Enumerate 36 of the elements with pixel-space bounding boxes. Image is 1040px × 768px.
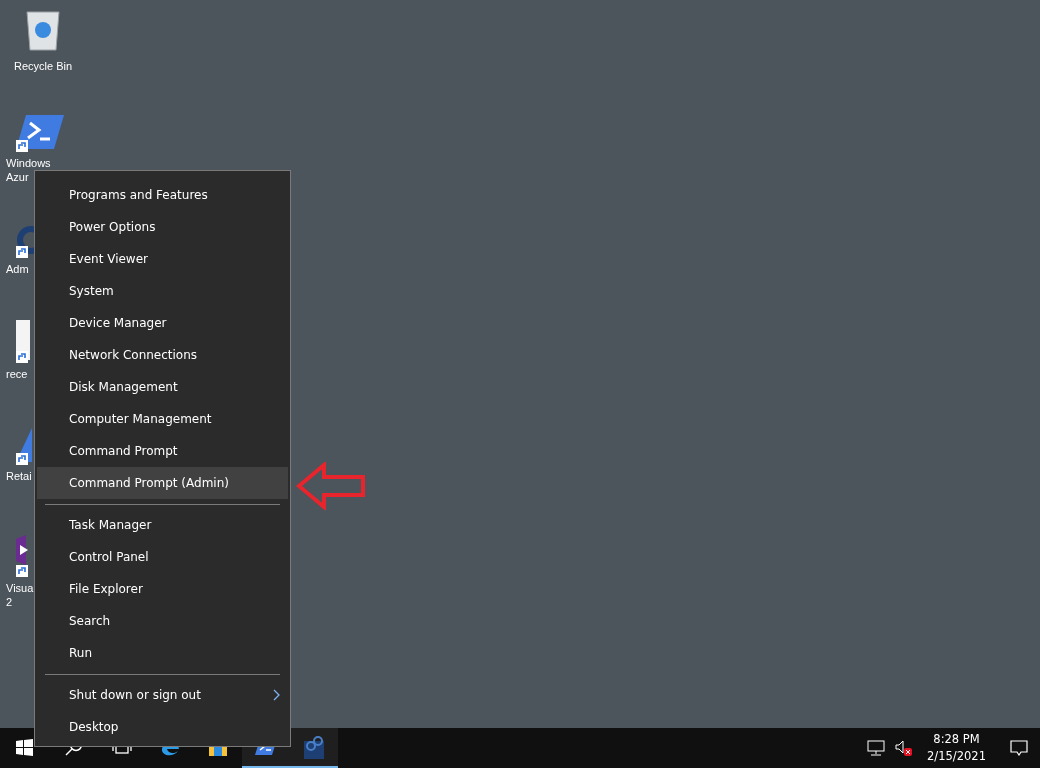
icon-label: rece <box>6 367 28 381</box>
menu-item[interactable]: System <box>37 275 288 307</box>
menu-item[interactable]: Device Manager <box>37 307 288 339</box>
powershell-icon[interactable] <box>16 115 64 149</box>
ring-icon[interactable] <box>16 225 36 255</box>
menu-item[interactable]: Search <box>37 605 288 637</box>
menu-item[interactable]: Network Connections <box>37 339 288 371</box>
pointer-arrow <box>296 462 368 510</box>
menu-item[interactable]: Command Prompt (Admin) <box>37 467 288 499</box>
menu-item[interactable]: Computer Management <box>37 403 288 435</box>
speaker-icon[interactable] <box>895 740 914 756</box>
icon-label: Windows <box>6 156 51 170</box>
server-icon[interactable] <box>302 735 326 759</box>
menu-item[interactable]: Event Viewer <box>37 243 288 275</box>
menu-item[interactable]: Control Panel <box>37 541 288 573</box>
menu-item[interactable]: Programs and Features <box>37 179 288 211</box>
windows-logo-icon[interactable] <box>15 738 33 756</box>
recycle-bin-icon[interactable] <box>23 8 63 52</box>
menu-item[interactable]: Power Options <box>37 211 288 243</box>
menu-item[interactable]: Command Prompt <box>37 435 288 467</box>
network-icon[interactable] <box>867 740 886 756</box>
icon-label: Recycle Bin <box>13 59 73 73</box>
menu-item[interactable]: Disk Management <box>37 371 288 403</box>
clock-date[interactable]: 2/15/2021 <box>927 748 986 765</box>
icon-label: Visua <box>6 581 34 595</box>
icon-label: 2 <box>6 595 13 609</box>
icon-label: Retai <box>6 469 32 483</box>
menu-item[interactable]: Desktop <box>37 711 288 743</box>
clock-time[interactable]: 8:28 PM <box>933 731 980 748</box>
menu-item[interactable]: Run <box>37 637 288 669</box>
icon-label: Azur <box>6 170 29 184</box>
menu-item[interactable]: Shut down or sign out <box>37 679 288 711</box>
notification-icon[interactable] <box>1010 740 1028 756</box>
menu-item[interactable]: File Explorer <box>37 573 288 605</box>
icon-label: Adm <box>6 262 29 276</box>
menu-item[interactable]: Task Manager <box>37 509 288 541</box>
